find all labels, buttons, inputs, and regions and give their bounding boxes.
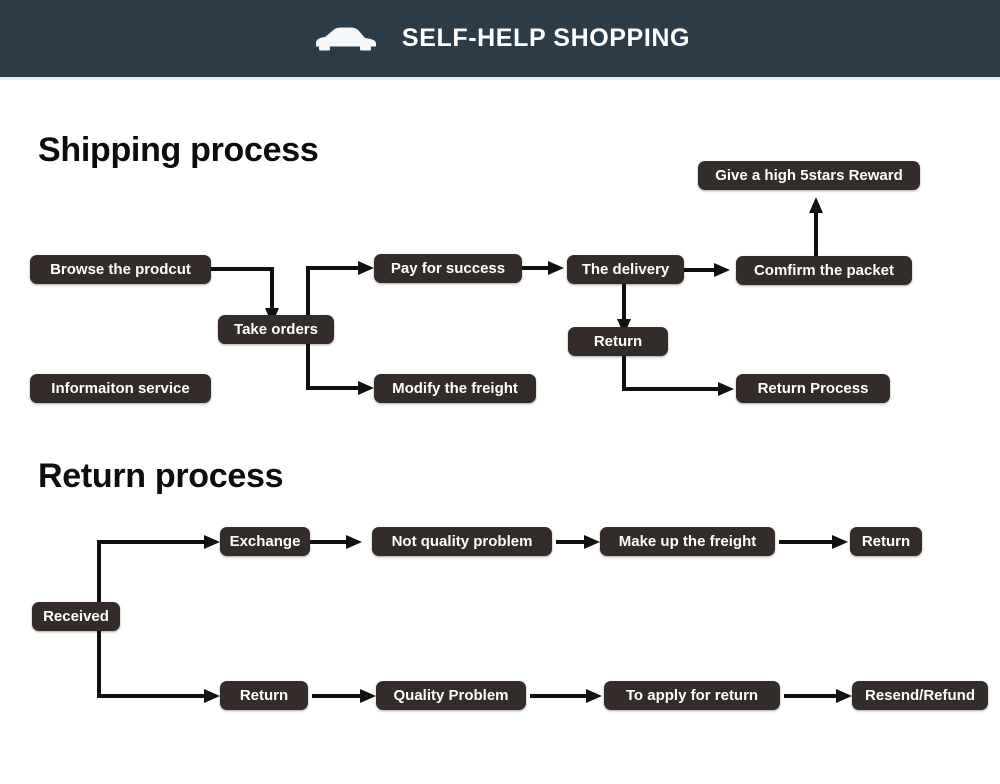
arrowhead-confirm-to-reward	[809, 197, 823, 213]
node-the-delivery[interactable]: The delivery	[567, 255, 684, 284]
node-modify-the-freight[interactable]: Modify the freight	[374, 374, 536, 403]
arrowhead-apply-to-resend	[836, 689, 852, 703]
arrowhead-makeup-to-return	[832, 535, 848, 549]
arrowhead-return-to-returnprocess	[718, 382, 734, 396]
node-resend-refund[interactable]: Resend/Refund	[852, 681, 988, 710]
arrowhead-exchange-to-notquality	[346, 535, 362, 549]
node-take-orders[interactable]: Take orders	[218, 315, 334, 344]
arrowhead-pay-to-delivery	[548, 261, 564, 275]
node-pay-for-success[interactable]: Pay for success	[374, 254, 522, 283]
section-title-shipping: Shipping process	[38, 131, 319, 169]
node-comfirm-the-packet[interactable]: Comfirm the packet	[736, 256, 912, 285]
node-browse-the-prodcut[interactable]: Browse the prodcut	[30, 255, 211, 284]
app-title: SELF-HELP SHOPPING	[401, 24, 691, 52]
node-not-quality-problem[interactable]: Not quality problem	[372, 527, 552, 556]
car-icon	[310, 22, 380, 56]
node-quality-problem[interactable]: Quality Problem	[376, 681, 526, 710]
arrowhead-delivery-to-confirm	[714, 263, 730, 277]
connector-browse-to-take	[211, 267, 274, 312]
arrowhead-received-to-return	[204, 689, 220, 703]
arrowhead-return-to-quality	[360, 689, 376, 703]
app-header: SELF-HELP SHOPPING	[0, 0, 1000, 77]
arrowhead-take-to-pay	[358, 261, 374, 275]
section-title-returns: Return process	[38, 457, 284, 495]
node-received[interactable]: Received	[32, 602, 120, 631]
arrowhead-received-to-exchange	[204, 535, 220, 549]
node-return-exchange-path[interactable]: Return	[850, 527, 922, 556]
node-return-shipping[interactable]: Return	[568, 327, 668, 356]
node-make-up-the-freight[interactable]: Make up the freight	[600, 527, 775, 556]
node-to-apply-for-return[interactable]: To apply for return	[604, 681, 780, 710]
node-give-a-high-5stars-reward[interactable]: Give a high 5stars Reward	[698, 161, 920, 190]
arrowhead-take-to-modify	[358, 381, 374, 395]
header-content: SELF-HELP SHOPPING	[310, 22, 690, 56]
node-informaiton-service[interactable]: Informaiton service	[30, 374, 211, 403]
node-return-return-path[interactable]: Return	[220, 681, 308, 710]
arrowhead-notquality-to-makeup	[584, 535, 600, 549]
node-return-process[interactable]: Return Process	[736, 374, 890, 403]
node-exchange[interactable]: Exchange	[220, 527, 310, 556]
diagram-canvas: Shipping process Browse the prodcut Info…	[0, 80, 1000, 784]
arrowhead-quality-to-apply	[586, 689, 602, 703]
